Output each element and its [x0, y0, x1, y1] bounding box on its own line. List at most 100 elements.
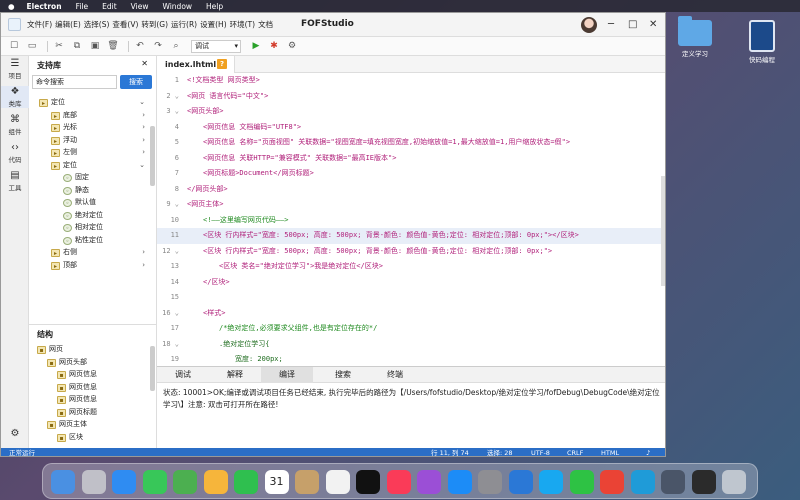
chevron-right-icon[interactable]: ›	[142, 146, 145, 159]
menu-view[interactable]: 查看(V)	[112, 19, 138, 30]
chevron-right-icon[interactable]: ›	[142, 259, 145, 272]
appletv-icon[interactable]	[356, 470, 380, 494]
menubar-help[interactable]: Help	[206, 2, 223, 11]
tab-search[interactable]: 搜索	[317, 367, 369, 383]
electron-icon[interactable]	[661, 470, 685, 494]
code-line[interactable]: 7 <网页标题>Document</网页标题>	[157, 166, 662, 182]
delete-icon[interactable]: 🗑	[106, 39, 120, 53]
library-scrollbar[interactable]	[150, 126, 155, 186]
menu-select[interactable]: 选择(S)	[84, 19, 110, 30]
tab-compile[interactable]: 编译	[261, 367, 313, 383]
library-node[interactable]: ▸ 左侧 ›	[29, 146, 149, 159]
menubar-window[interactable]: Window	[162, 2, 192, 11]
code-line[interactable]: 17 /*绝对定位,必须要求父组件,也是有定位存在的*/	[157, 321, 662, 337]
run-mode-select[interactable]: 调试	[191, 39, 241, 53]
chevron-right-icon[interactable]: ›	[142, 246, 145, 259]
chrome-icon[interactable]	[600, 470, 624, 494]
user-avatar[interactable]	[581, 17, 597, 33]
desktop-folder[interactable]: 定义学习	[667, 16, 723, 58]
open-folder-icon[interactable]: ▭	[25, 39, 39, 53]
library-node[interactable]: ◦ 静态	[29, 184, 149, 197]
tab-debug[interactable]: 调试	[157, 367, 209, 383]
library-node[interactable]: ▸ 底部 ›	[29, 109, 149, 122]
minimize-button[interactable]: ─	[608, 19, 614, 30]
menubar-view[interactable]: View	[131, 2, 149, 11]
structure-node[interactable]: ▪ 网页主体	[29, 418, 149, 431]
library-node[interactable]: ▸ 光标 ›	[29, 121, 149, 134]
finder-icon[interactable]	[51, 470, 75, 494]
library-node[interactable]: ▸ 浮动 ›	[29, 134, 149, 147]
structure-node[interactable]: ▪ 网页信息	[29, 381, 149, 394]
find-icon[interactable]: ⌕	[169, 39, 183, 53]
cut-icon[interactable]: ✂	[52, 39, 66, 53]
paste-icon[interactable]: ▣	[88, 39, 102, 53]
code-area[interactable]: 1 <!文档类型 网页类型> 2 ⌄ <网页 语言代码="中文"> 3 ⌄ <网页头部> 4…	[157, 73, 665, 366]
reminders-icon[interactable]	[325, 470, 350, 494]
debug-icon[interactable]: ✱	[267, 39, 281, 53]
code-line[interactable]: 1 <!文档类型 网页类型>	[157, 73, 662, 89]
launchpad-icon[interactable]	[81, 470, 106, 494]
structure-node[interactable]: ▪ 网页标题	[29, 406, 149, 419]
code-line[interactable]: 16 ⌄ <样式>	[157, 306, 662, 322]
podcasts-icon[interactable]	[417, 470, 441, 494]
code-line[interactable]: 6 <网页信息 关联HTTP="兼容模式" 关联数据="最高IE版本">	[157, 151, 662, 167]
status-encoding[interactable]: UTF-8	[531, 448, 550, 456]
code-line[interactable]: 19 宽度: 200px;	[157, 352, 662, 366]
copy-icon[interactable]: ⧉	[70, 39, 84, 53]
settings-icon[interactable]	[478, 470, 502, 494]
fofstudio-icon[interactable]	[508, 470, 533, 494]
messages-icon[interactable]	[142, 470, 167, 494]
library-node[interactable]: ◦ 绝对定位	[29, 209, 149, 222]
tab-index[interactable]: index.lhtml ?	[157, 56, 235, 73]
library-node[interactable]: ▸ 右侧 ›	[29, 246, 149, 259]
library-node[interactable]: ◦ 固定	[29, 171, 149, 184]
chevron-right-icon[interactable]: ›	[142, 121, 145, 134]
contacts-icon[interactable]	[295, 470, 319, 494]
menu-edit[interactable]: 编辑(E)	[55, 19, 81, 30]
activity-project[interactable]: ☰ 项目	[1, 58, 29, 80]
library-node[interactable]: ▸ 顶部 ›	[29, 259, 149, 272]
code-line[interactable]: 11 <区块 行内样式="宽度: 500px; 高度: 500px; 背景-颜色:…	[157, 228, 662, 244]
qq-icon[interactable]	[539, 470, 563, 494]
activity-code[interactable]: ‹› 代码	[1, 142, 29, 164]
gear-icon[interactable]: ⚙	[1, 428, 29, 440]
calendar-icon[interactable]: 31	[264, 470, 289, 494]
apple-logo-icon[interactable]: ●	[8, 2, 15, 11]
structure-node[interactable]: ▪ 网页信息	[29, 368, 149, 381]
activity-components[interactable]: ⌘ 组件	[1, 114, 29, 136]
trash-icon[interactable]	[722, 470, 746, 494]
menubar-app-name[interactable]: Electron	[27, 2, 62, 11]
structure-node[interactable]: ▪ 区块	[29, 431, 149, 444]
desktop-file[interactable]: 快码编程	[734, 20, 790, 64]
code-line[interactable]: 15	[157, 290, 662, 306]
code-line[interactable]: 18 ⌄ .绝对定位学习{	[157, 337, 662, 353]
wechat-icon[interactable]	[569, 470, 594, 494]
facetime-icon[interactable]	[234, 470, 258, 494]
menu-docs[interactable]: 文档	[258, 19, 273, 30]
status-language[interactable]: HTML	[601, 448, 619, 456]
activity-tools[interactable]: ▤ 工具	[1, 170, 29, 192]
status-eol[interactable]: CRLF	[567, 448, 583, 456]
close-button[interactable]: ✕	[649, 19, 657, 30]
close-icon[interactable]: ✕	[141, 59, 148, 68]
build-icon[interactable]: ⚙	[285, 39, 299, 53]
menu-settings[interactable]: 设置(H)	[200, 19, 227, 30]
structure-node[interactable]: ▪ 网页	[29, 343, 149, 356]
bell-icon[interactable]: ♪	[646, 448, 650, 456]
menubar-edit[interactable]: Edit	[102, 2, 117, 11]
library-node[interactable]: ◦ 粘性定位	[29, 234, 149, 247]
code-line[interactable]: 10 <!——这里编写网页代码——>	[157, 213, 662, 229]
code-line[interactable]: 9 ⌄ <网页主体>	[157, 197, 662, 213]
structure-node[interactable]: ▪ 网页信息	[29, 393, 149, 406]
chevron-right-icon[interactable]: ›	[142, 134, 145, 147]
photos-icon[interactable]	[203, 470, 228, 494]
menubar-file[interactable]: File	[76, 2, 89, 11]
code-line[interactable]: 12 ⌄ <区块 行内样式="宽度: 500px; 高度: 500px; 背景-颜…	[157, 244, 662, 260]
menu-env[interactable]: 环境(T)	[230, 19, 255, 30]
structure-scrollbar[interactable]	[150, 346, 155, 391]
menu-run[interactable]: 运行(R)	[171, 19, 197, 30]
library-node[interactable]: ▸ 定位 ⌄	[29, 159, 149, 172]
redo-icon[interactable]: ↷	[151, 39, 165, 53]
new-file-icon[interactable]: ☐	[7, 39, 21, 53]
maximize-button[interactable]: □	[628, 19, 637, 30]
